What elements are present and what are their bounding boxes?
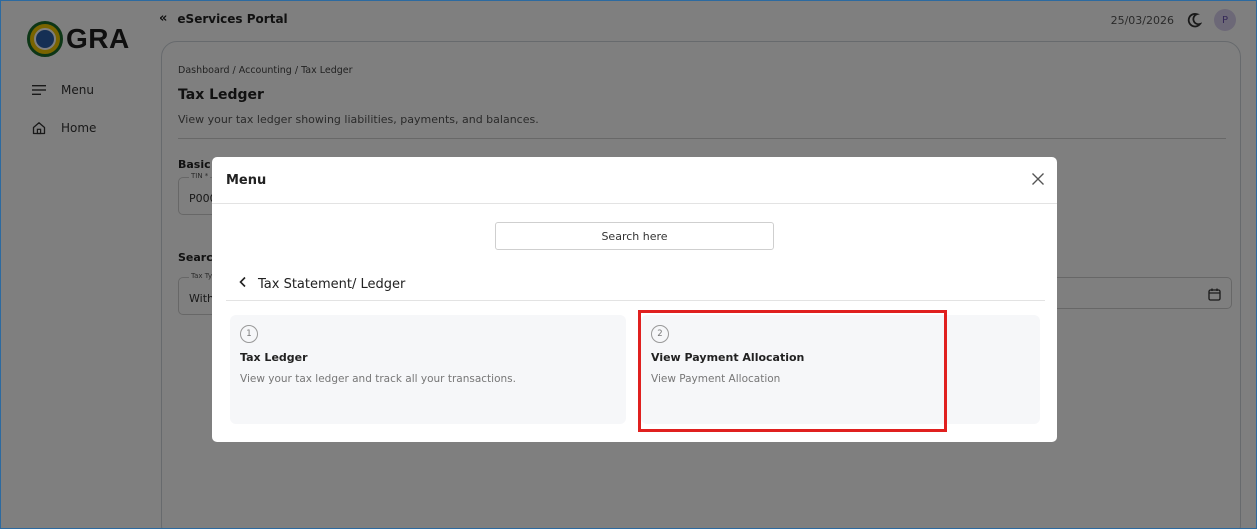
app-window: GRA Menu Home « eServices Portal 25/03/2…	[0, 0, 1257, 529]
modal-header: Menu	[212, 157, 1057, 204]
chevron-left-icon	[238, 276, 248, 292]
back-label: Tax Statement/ Ledger	[258, 276, 406, 292]
divider	[226, 300, 1045, 301]
card-number: 1	[240, 325, 258, 343]
menu-card-view-payment-allocation[interactable]: 2 View Payment Allocation View Payment A…	[641, 315, 1040, 424]
menu-modal: Menu Tax Statement/ Ledger 1 Tax Ledger …	[212, 157, 1057, 442]
back-button[interactable]: Tax Statement/ Ledger	[238, 276, 405, 292]
card-title: View Payment Allocation	[651, 351, 805, 364]
card-description: View your tax ledger and track all your …	[240, 373, 516, 385]
modal-title: Menu	[226, 173, 267, 188]
card-number: 2	[651, 325, 669, 343]
menu-search-input[interactable]	[495, 222, 774, 250]
card-description: View Payment Allocation	[651, 373, 781, 385]
menu-card-tax-ledger[interactable]: 1 Tax Ledger View your tax ledger and tr…	[230, 315, 626, 424]
close-icon[interactable]	[1031, 171, 1047, 187]
card-title: Tax Ledger	[240, 351, 308, 364]
